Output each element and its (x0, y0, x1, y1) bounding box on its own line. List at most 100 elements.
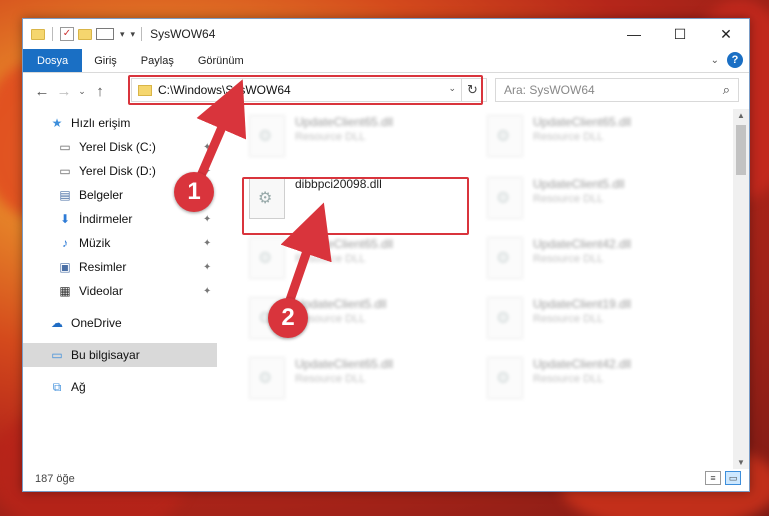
sidebar-item-pictures[interactable]: ▣ Resimler ✦ (23, 255, 217, 279)
file-type: Resource DLL (533, 193, 604, 205)
sidebar-item-label: Resimler (79, 260, 127, 274)
recent-locations-button[interactable]: ⌄ (75, 86, 89, 97)
star-icon: ★ (51, 116, 63, 130)
pin-icon[interactable]: ✦ (203, 286, 211, 297)
ribbon-tabs: Dosya Giriş Paylaş Görünüm ⌄ ? (23, 49, 749, 73)
file-type: Resource DLL (533, 253, 604, 265)
address-path[interactable]: C:\Windows\SysWOW64 (158, 83, 291, 97)
cloud-icon: ☁ (51, 316, 63, 330)
dll-file-icon (249, 357, 285, 399)
file-tile[interactable]: UpdateClient65.dll Resource DLL (487, 115, 717, 171)
file-tile[interactable]: UpdateClient5.dll Resource DLL (487, 177, 717, 233)
drive-icon: ▭ (59, 164, 71, 178)
file-name: UpdateClient42.dll (533, 237, 632, 251)
forward-button[interactable]: → (53, 83, 75, 100)
sidebar-item-onedrive[interactable]: ☁ OneDrive (23, 311, 217, 335)
file-type: Resource DLL (533, 131, 604, 143)
file-name: dibbpci20098.dll (295, 177, 382, 191)
drive-icon: ▭ (59, 140, 71, 154)
file-tile-highlighted[interactable]: dibbpci20098.dll (249, 177, 479, 233)
sidebar-item-videos[interactable]: ▦ Videolar ✦ (23, 279, 217, 303)
music-icon: ♪ (62, 236, 68, 250)
vertical-scrollbar[interactable]: ▲ ▼ (733, 109, 749, 469)
pin-icon[interactable]: ✦ (203, 238, 211, 249)
tab-view[interactable]: Görünüm (186, 49, 256, 72)
sidebar-item-this-pc[interactable]: ▭ Bu bilgisayar (23, 343, 217, 367)
file-tile[interactable]: UpdateClient65.dll Resource DLL (249, 237, 479, 293)
sidebar-item-music[interactable]: ♪ Müzik ✦ (23, 231, 217, 255)
status-bar: 187 öğe ≡ ▭ (23, 467, 749, 491)
file-name: UpdateClient65.dll (295, 115, 394, 129)
tab-file[interactable]: Dosya (23, 49, 83, 72)
sidebar-item-label: Yerel Disk (D:) (79, 164, 156, 178)
dll-file-icon (249, 177, 285, 219)
customize-toolbar-icon[interactable]: ▾ (131, 29, 136, 40)
sidebar-item-drive-c[interactable]: ▭ Yerel Disk (C:) ✦ (23, 135, 217, 159)
tiles-view-icon[interactable]: ▭ (725, 471, 741, 485)
dll-file-icon (249, 237, 285, 279)
address-dropdown-icon[interactable]: ⌄ (448, 83, 456, 94)
file-tile[interactable]: UpdateClient42.dll Resource DLL (487, 357, 717, 413)
item-count: 187 öğe (35, 473, 75, 485)
file-tile[interactable]: UpdateClient65.dll Resource DLL (249, 357, 479, 413)
quick-access-toolbar: ✓ ▾ ▾ (23, 27, 135, 41)
close-button[interactable]: ✕ (703, 19, 749, 49)
sidebar-item-label: Ağ (71, 380, 86, 394)
scroll-up-icon[interactable]: ▲ (733, 111, 749, 120)
properties-icon[interactable] (96, 28, 114, 40)
folder-icon (31, 28, 45, 40)
title-bar: ✓ ▾ ▾ SysWOW64 — ☐ ✕ (23, 19, 749, 49)
file-name: UpdateClient65.dll (295, 357, 394, 371)
file-type: Resource DLL (295, 253, 366, 265)
chevron-down-icon[interactable]: ▾ (120, 29, 125, 40)
file-name: UpdateClient19.dll (533, 297, 632, 311)
navigation-bar: ← → ⌄ ↑ C:\Windows\SysWOW64 ⌄ ↻ Ara: Sys… (23, 73, 749, 109)
window-controls: — ☐ ✕ (611, 19, 749, 49)
maximize-button[interactable]: ☐ (657, 19, 703, 49)
file-name: UpdateClient5.dll (533, 177, 625, 191)
file-type: Resource DLL (295, 131, 366, 143)
tab-share[interactable]: Paylaş (129, 49, 186, 72)
properties-check-icon[interactable]: ✓ (60, 27, 74, 41)
new-folder-icon[interactable] (78, 28, 92, 40)
sidebar-item-label: Bu bilgisayar (71, 348, 140, 362)
dll-file-icon (487, 297, 523, 339)
callout-badge-2: 2 (268, 298, 308, 338)
ribbon-right: ⌄ ? (711, 52, 743, 68)
refresh-button[interactable]: ↻ (461, 79, 483, 101)
up-button[interactable]: ↑ (89, 83, 111, 100)
back-button[interactable]: ← (31, 83, 53, 100)
sidebar-item-label: Müzik (79, 236, 111, 250)
file-tile[interactable]: UpdateClient65.dll Resource DLL (249, 115, 479, 171)
minimize-button[interactable]: — (611, 19, 657, 49)
search-placeholder[interactable]: Ara: SysWOW64 (504, 83, 595, 97)
address-bar[interactable]: C:\Windows\SysWOW64 ⌄ (131, 78, 487, 102)
file-name: UpdateClient42.dll (533, 357, 632, 371)
file-tile[interactable]: UpdateClient42.dll Resource DLL (487, 237, 717, 293)
divider (141, 27, 143, 41)
divider (52, 27, 53, 41)
expand-ribbon-icon[interactable]: ⌄ (711, 55, 719, 66)
sidebar-item-quick-access[interactable]: ★ Hızlı erişim (23, 111, 217, 135)
file-list: UpdateClient65.dll Resource DLL UpdateCli… (223, 109, 733, 459)
navigation-pane: ★ Hızlı erişim ▭ Yerel Disk (C:) ✦ ▭ Yer… (23, 109, 217, 459)
window-title: SysWOW64 (150, 27, 216, 41)
details-view-icon[interactable]: ≡ (705, 471, 721, 485)
file-name: UpdateClient5.dll (295, 297, 387, 311)
pin-icon[interactable]: ✦ (203, 214, 211, 225)
tab-home[interactable]: Giriş (82, 49, 129, 72)
search-box[interactable]: Ara: SysWOW64 ⌕ (495, 78, 739, 102)
callout-badge-1: 1 (174, 172, 214, 212)
file-tile[interactable]: UpdateClient19.dll Resource DLL (487, 297, 717, 353)
dll-file-icon (249, 115, 285, 157)
help-icon[interactable]: ? (727, 52, 743, 68)
folder-icon (138, 84, 152, 96)
scrollbar-thumb[interactable] (736, 125, 746, 175)
file-type: Resource DLL (295, 373, 366, 385)
scroll-down-icon[interactable]: ▼ (733, 458, 749, 467)
sidebar-item-network[interactable]: ⧉ Ağ (23, 375, 217, 399)
dll-file-icon (487, 357, 523, 399)
pin-icon[interactable]: ✦ (203, 142, 211, 153)
dll-file-icon (487, 115, 523, 157)
pin-icon[interactable]: ✦ (203, 262, 211, 273)
